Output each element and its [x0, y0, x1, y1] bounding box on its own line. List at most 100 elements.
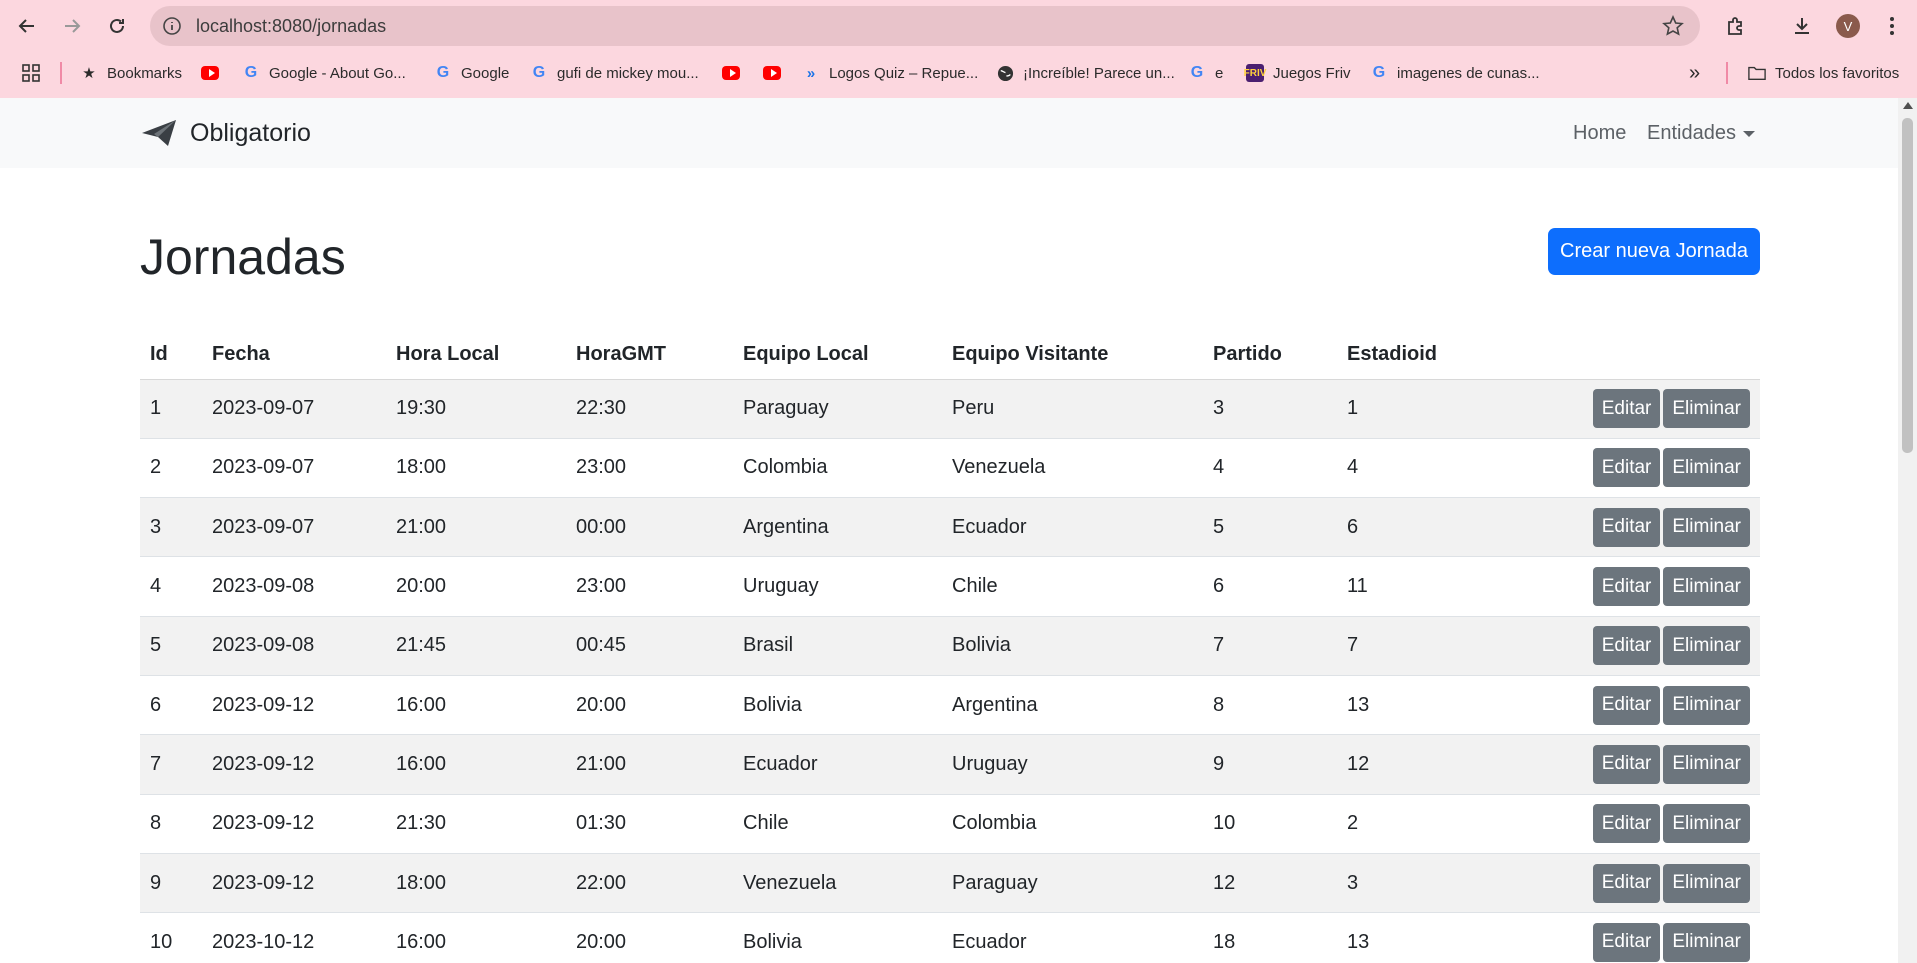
edit-button[interactable]: Editar [1592, 448, 1661, 488]
more-bookmarks-button[interactable]: » [1689, 56, 1700, 90]
edit-button[interactable]: Editar [1592, 567, 1661, 607]
apps-grid-icon [22, 64, 40, 82]
cell-hora-local: 21:00 [386, 497, 566, 558]
cell-equipo-local: Chile [733, 794, 942, 854]
brand-link[interactable]: Obligatorio [140, 115, 311, 151]
edit-button[interactable]: Editar [1592, 389, 1661, 429]
browser-menu-button[interactable] [1879, 13, 1905, 39]
youtube-icon [722, 64, 740, 82]
youtube-icon [763, 64, 781, 82]
delete-button[interactable]: Eliminar [1663, 744, 1750, 784]
cell-hora-local: 16:00 [386, 912, 566, 963]
edit-button[interactable]: Editar [1592, 626, 1661, 666]
star-icon: ★ [82, 65, 96, 82]
app-navbar: Obligatorio Home Entidades [0, 98, 1898, 168]
cell-id: 1 [140, 379, 202, 439]
scroll-up-arrow-icon[interactable] [1903, 102, 1913, 109]
browser-chrome: localhost:8080/jornadas V ★ Bookmarks G … [0, 0, 1917, 98]
cell-partido: 6 [1203, 556, 1337, 617]
cell-hora-gmt: 01:30 [566, 794, 733, 854]
delete-button[interactable]: Eliminar [1663, 922, 1750, 962]
forward-button[interactable] [58, 12, 86, 40]
bookmark-item[interactable]: » Logos Quiz – Repue... [802, 56, 978, 90]
profile-avatar[interactable]: V [1836, 14, 1860, 38]
cell-hora-local: 21:30 [386, 794, 566, 854]
edit-button[interactable]: Editar [1592, 804, 1661, 844]
cell-id: 4 [140, 556, 202, 617]
cell-equipo-local: Bolivia [733, 912, 942, 963]
info-icon[interactable] [162, 16, 182, 36]
download-icon [1795, 18, 1809, 34]
delete-button[interactable]: Eliminar [1663, 507, 1750, 547]
page-scrollbar[interactable] [1898, 98, 1917, 963]
bookmark-item[interactable]: ¡Increíble! Parece un... [996, 56, 1175, 90]
edit-button[interactable]: Editar [1592, 744, 1661, 784]
edit-button[interactable]: Editar [1592, 507, 1661, 547]
reload-button[interactable] [103, 12, 131, 40]
cell-id: 7 [140, 734, 202, 795]
cell-estadioid: 12 [1337, 734, 1477, 795]
row-actions: Editar Eliminar [1477, 734, 1760, 795]
delete-button[interactable]: Eliminar [1663, 863, 1750, 903]
cell-equipo-local: Brasil [733, 616, 942, 676]
cell-hora-local: 18:00 [386, 438, 566, 499]
cell-fecha: 2023-09-08 [202, 556, 386, 617]
row-actions: Editar Eliminar [1477, 497, 1760, 558]
edit-button[interactable]: Editar [1592, 685, 1661, 725]
cell-hora-gmt: 22:00 [566, 853, 733, 914]
page-title: Jornadas [140, 229, 346, 285]
bookmark-item[interactable] [763, 56, 790, 90]
kebab-menu-icon [1890, 17, 1894, 35]
delete-button[interactable]: Eliminar [1663, 448, 1750, 488]
cell-equipo-local: Bolivia [733, 675, 942, 736]
google-icon: G [532, 64, 546, 81]
arrow-right-icon [65, 19, 81, 33]
url-text[interactable]: localhost:8080/jornadas [196, 16, 386, 37]
cell-estadioid: 6 [1337, 497, 1477, 558]
bookmark-item[interactable]: G Google - About Go... [242, 56, 406, 90]
cell-fecha: 2023-09-07 [202, 438, 386, 499]
bookmark-item[interactable]: G e [1188, 56, 1224, 90]
delete-button[interactable]: Eliminar [1663, 567, 1750, 607]
apps-button[interactable] [22, 56, 40, 90]
extensions-button[interactable] [1723, 13, 1749, 39]
col-equipo-local: Equipo Local [733, 330, 942, 380]
edit-button[interactable]: Editar [1592, 922, 1661, 962]
cell-estadioid: 1 [1337, 379, 1477, 439]
delete-button[interactable]: Eliminar [1663, 804, 1750, 844]
cell-hora-gmt: 23:00 [566, 438, 733, 499]
delete-button[interactable]: Eliminar [1663, 626, 1750, 666]
bookmark-item[interactable]: G Google [434, 56, 510, 90]
downloads-button[interactable] [1789, 13, 1815, 39]
address-bar[interactable]: localhost:8080/jornadas [150, 6, 1700, 46]
create-jornada-button[interactable]: Crear nueva Jornada [1548, 228, 1760, 275]
nav-home[interactable]: Home [1573, 122, 1626, 145]
google-icon: G [436, 64, 450, 81]
table-row: 7 2023-09-12 16:00 21:00 Ecuador Uruguay 9 12 Ed… [140, 734, 1760, 795]
bookmark-star-icon[interactable] [1662, 15, 1684, 37]
bookmark-item[interactable] [201, 56, 228, 90]
all-bookmarks-folder[interactable]: Todos los favoritos [1748, 56, 1899, 90]
nav-entidades-dropdown[interactable]: Entidades [1647, 122, 1755, 145]
edit-button[interactable]: Editar [1592, 863, 1661, 903]
table-body: 1 2023-09-07 19:30 22:30 Paraguay Peru 3 1 Edita… [140, 379, 1760, 963]
cell-estadioid: 13 [1337, 912, 1477, 963]
cell-equipo-visitante: Bolivia [942, 616, 1203, 676]
google-icon: G [244, 64, 258, 81]
back-button[interactable] [13, 12, 41, 40]
scroll-thumb[interactable] [1902, 118, 1913, 453]
bookmark-item[interactable]: ★ Bookmarks [80, 56, 182, 90]
delete-button[interactable]: Eliminar [1663, 389, 1750, 429]
table-row: 3 2023-09-07 21:00 00:00 Argentina Ecuador 5 6 E… [140, 497, 1760, 558]
cell-hora-gmt: 20:00 [566, 675, 733, 736]
brand-name: Obligatorio [190, 118, 311, 147]
bookmark-item[interactable]: G imagenes de cunas... [1370, 56, 1540, 90]
bookmark-item[interactable] [722, 56, 749, 90]
bookmark-item[interactable]: FRIV Juegos Friv [1244, 56, 1351, 90]
cell-fecha: 2023-09-07 [202, 379, 386, 439]
bookmark-item[interactable]: G gufi de mickey mou... [530, 56, 699, 90]
arrow-left-icon [18, 19, 34, 33]
puzzle-icon [1728, 17, 1742, 35]
table-row: 5 2023-09-08 21:45 00:45 Brasil Bolivia 7 7 Edit… [140, 616, 1760, 676]
delete-button[interactable]: Eliminar [1663, 685, 1750, 725]
